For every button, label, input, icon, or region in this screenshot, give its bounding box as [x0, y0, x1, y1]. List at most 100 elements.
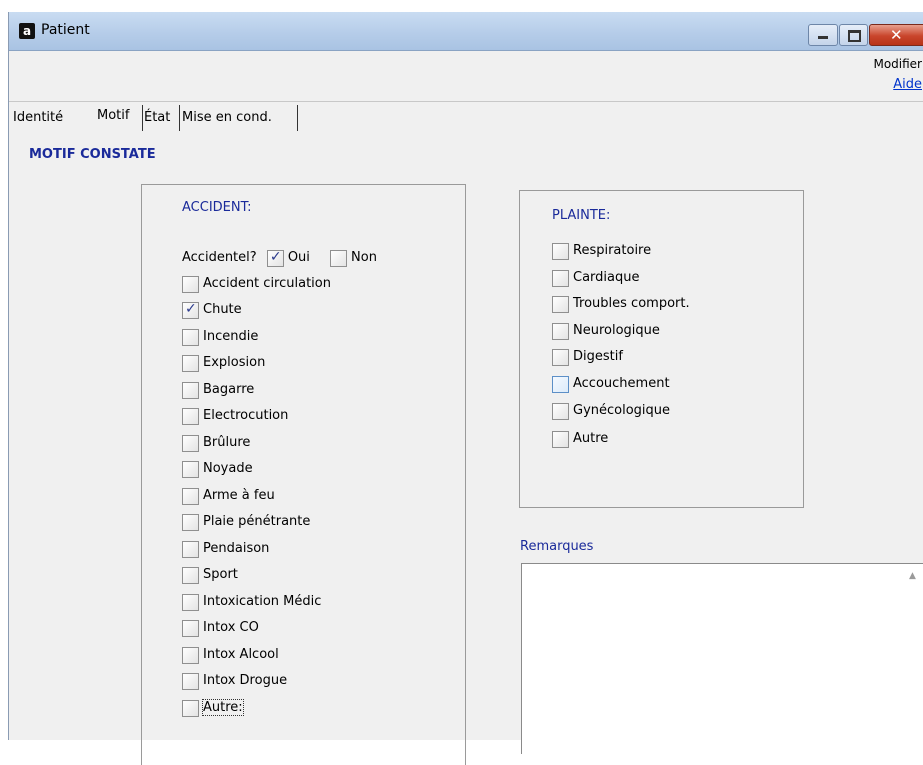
- accident-checkbox[interactable]: [182, 434, 199, 452]
- plainte-label: Autre: [573, 431, 609, 446]
- accident-checkbox[interactable]: [182, 566, 199, 584]
- list-item[interactable]: Brûlure: [182, 432, 250, 454]
- accident-label: Intox Drogue: [203, 673, 288, 688]
- accident-checkbox[interactable]: [182, 540, 199, 558]
- patient-window: a Patient ✕ Modifier Aide Identité Motif…: [8, 12, 923, 765]
- tab-identite[interactable]: Identité: [13, 105, 63, 131]
- accident-checkbox[interactable]: [182, 619, 199, 637]
- accident-label: Plaie pénétrante: [203, 514, 311, 529]
- plainte-checkbox[interactable]: [552, 430, 569, 448]
- accident-checkbox[interactable]: [182, 699, 199, 717]
- list-item[interactable]: Intox CO: [182, 617, 259, 639]
- non-checkbox[interactable]: [330, 249, 348, 267]
- plainte-checkbox[interactable]: [552, 402, 569, 420]
- plainte-label: Neurologique: [573, 323, 660, 338]
- accident-label: Noyade: [203, 461, 253, 476]
- accident-checkbox[interactable]: [182, 460, 199, 478]
- list-item[interactable]: Plaie pénétrante: [182, 511, 310, 533]
- title-bar[interactable]: a Patient ✕: [9, 12, 923, 51]
- accident-label: Incendie: [203, 329, 259, 344]
- list-item[interactable]: Electrocution: [182, 405, 288, 427]
- list-item[interactable]: Digestif: [552, 346, 623, 368]
- maximize-button[interactable]: [839, 24, 868, 46]
- list-item[interactable]: Accident circulation: [182, 273, 331, 295]
- plainte-group: PLAINTE: Respiratoire Cardiaque Troubles…: [519, 190, 804, 508]
- tab-etat[interactable]: État: [142, 105, 170, 131]
- checkmark-icon: ✓: [269, 248, 282, 265]
- list-item[interactable]: ✓ Chute: [182, 299, 242, 321]
- tab-motif[interactable]: Motif: [97, 103, 129, 129]
- maximize-icon: [848, 30, 861, 42]
- accident-label: Electrocution: [203, 408, 289, 423]
- list-item[interactable]: Intoxication Médic: [182, 591, 321, 613]
- oui-label: Oui: [287, 250, 310, 265]
- list-item[interactable]: Gynécologique: [552, 400, 670, 422]
- plainte-label: Respiratoire: [573, 243, 652, 258]
- accident-checkbox[interactable]: [182, 381, 199, 399]
- accident-label: Chute: [203, 302, 242, 317]
- plainte-checkbox[interactable]: [552, 269, 569, 287]
- accident-label: Intox Alcool: [203, 647, 279, 662]
- accidental-row: Accidentel? ✓ Oui Non: [182, 247, 377, 269]
- modify-button[interactable]: Modifier: [873, 57, 922, 71]
- accident-checkbox[interactable]: [182, 487, 199, 505]
- accident-label: Pendaison: [203, 541, 270, 556]
- accident-label: Brûlure: [203, 435, 251, 450]
- list-item[interactable]: Arme à feu: [182, 485, 275, 507]
- list-item[interactable]: Troubles comport.: [552, 293, 690, 315]
- toolbar: Modifier Aide: [9, 51, 923, 102]
- list-item[interactable]: Autre: [552, 428, 608, 450]
- accident-checkbox[interactable]: [182, 646, 199, 664]
- accident-label: Accident circulation: [203, 276, 331, 291]
- tab-divider: [297, 105, 298, 131]
- list-item[interactable]: Autre:: [182, 697, 244, 719]
- list-item[interactable]: Intox Drogue: [182, 670, 287, 692]
- accident-label: Sport: [203, 567, 238, 582]
- tab-mise-en-cond[interactable]: Mise en cond.: [179, 105, 272, 131]
- plainte-checkbox[interactable]: [552, 348, 569, 366]
- accident-label: Arme à feu: [203, 488, 275, 503]
- accidental-label: Accidentel?: [182, 250, 257, 265]
- list-item[interactable]: Sport: [182, 564, 238, 586]
- minimize-icon: [818, 36, 828, 39]
- minimize-button[interactable]: [808, 24, 838, 46]
- plainte-label: Gynécologique: [573, 403, 671, 418]
- accident-checkbox[interactable]: [182, 328, 199, 346]
- remarks-label: Remarques: [520, 539, 594, 554]
- list-item[interactable]: Respiratoire: [552, 240, 651, 262]
- remarks-textarea[interactable]: [521, 563, 923, 754]
- list-item[interactable]: Intox Alcool: [182, 644, 279, 666]
- accident-label: Intoxication Médic: [203, 594, 322, 609]
- list-item[interactable]: Cardiaque: [552, 267, 639, 289]
- help-link[interactable]: Aide: [893, 77, 922, 92]
- accident-checkbox[interactable]: [182, 275, 199, 293]
- plainte-checkbox[interactable]: [552, 295, 569, 313]
- list-item[interactable]: Accouchement: [552, 373, 670, 395]
- accident-checkbox[interactable]: ✓: [182, 301, 199, 319]
- list-item[interactable]: Pendaison: [182, 538, 269, 560]
- window-title: Patient: [41, 22, 90, 38]
- accident-label: Autre:: [202, 699, 244, 716]
- accident-checkbox[interactable]: [182, 407, 199, 425]
- plainte-label: Digestif: [573, 349, 623, 364]
- list-item[interactable]: Noyade: [182, 458, 253, 480]
- plainte-checkbox[interactable]: [552, 322, 569, 340]
- close-button[interactable]: ✕: [869, 24, 923, 46]
- accident-checkbox[interactable]: [182, 593, 199, 611]
- list-item[interactable]: Bagarre: [182, 379, 254, 401]
- list-item[interactable]: Neurologique: [552, 320, 660, 342]
- accident-checkbox[interactable]: [182, 672, 199, 690]
- tab-bar: Identité Motif État Mise en cond.: [9, 105, 609, 131]
- accident-group: ACCIDENT: Accidentel? ✓ Oui Non Accident …: [141, 184, 466, 765]
- oui-checkbox[interactable]: ✓: [266, 248, 284, 267]
- plainte-label: Accouchement: [573, 376, 670, 391]
- accident-checkbox[interactable]: [182, 354, 199, 372]
- accident-checkbox[interactable]: [182, 513, 199, 531]
- accident-label: Bagarre: [203, 382, 255, 397]
- plainte-checkbox[interactable]: [552, 375, 569, 393]
- scroll-up-icon[interactable]: ▲: [909, 567, 916, 582]
- accident-title: ACCIDENT:: [182, 200, 252, 215]
- list-item[interactable]: Incendie: [182, 326, 258, 348]
- plainte-checkbox[interactable]: [552, 242, 569, 260]
- list-item[interactable]: Explosion: [182, 352, 265, 374]
